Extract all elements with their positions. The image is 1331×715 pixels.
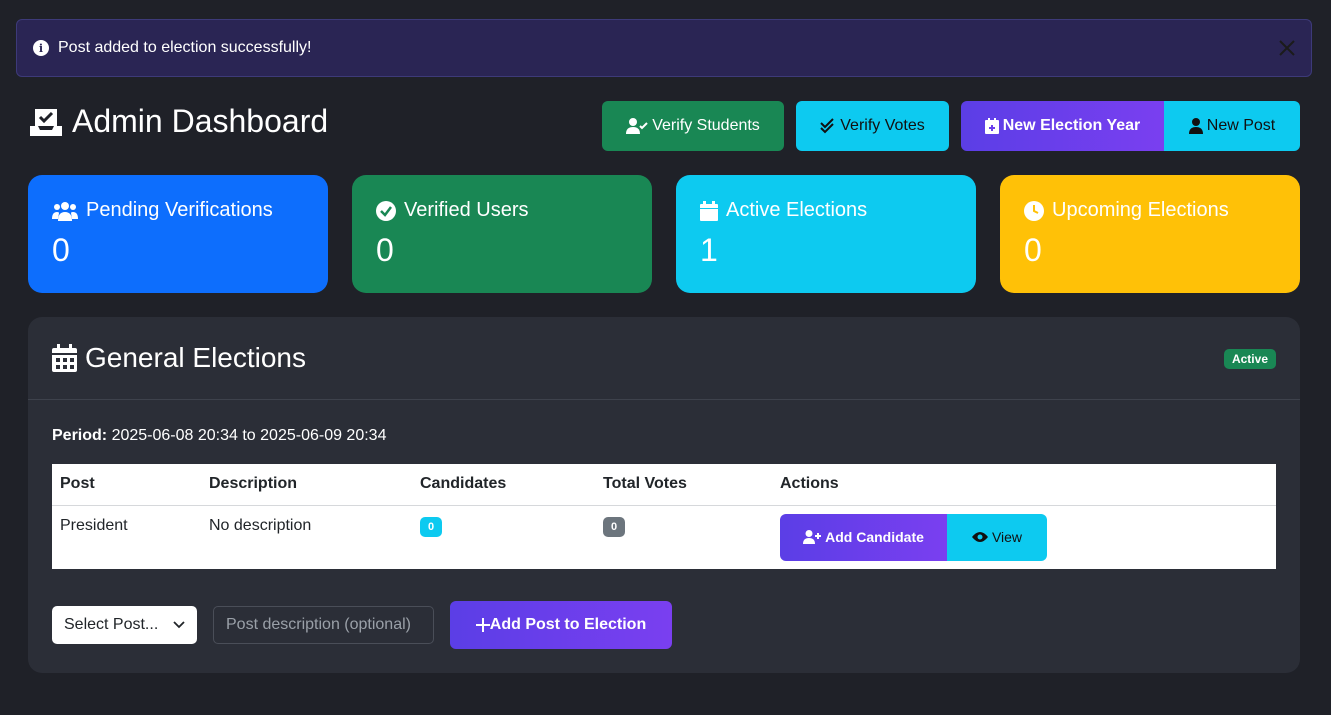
new-post-label: New Post	[1206, 117, 1276, 134]
verify-students-label: Verify Students	[652, 117, 760, 134]
success-alert: i Post added to election successfully!	[16, 19, 1312, 77]
verify-votes-button[interactable]: Verify Votes	[796, 101, 949, 151]
post-description-input[interactable]	[213, 606, 434, 644]
table-row: President No description 0 0 Add Candida…	[52, 505, 1276, 569]
candidates-cell: 0	[412, 505, 595, 569]
election-period: Period: 2025-06-08 20:34 to 2025-06-09 2…	[52, 427, 386, 445]
add-post-form: Select Post... Add Post to Election	[52, 601, 672, 649]
election-header: General Elections Active	[28, 317, 1300, 400]
page-header: Admin Dashboard	[28, 103, 328, 140]
user-tie-icon	[1188, 118, 1203, 134]
clock-icon	[1024, 200, 1044, 221]
stat-label: Verified Users	[404, 199, 529, 221]
post-select[interactable]: Select Post...	[52, 606, 197, 644]
posts-table: Post Description Candidates Total Votes …	[52, 464, 1276, 569]
add-post-label: Add Post to Election	[489, 616, 647, 633]
add-candidate-label: Add Candidate	[825, 529, 924, 545]
action-button-group: Add Candidate View	[780, 513, 1268, 561]
description-cell: No description	[209, 516, 312, 534]
post-select-value: Select Post...	[64, 616, 159, 633]
votes-count-badge: 0	[603, 516, 625, 537]
stat-card-upcoming-elections: Upcoming Elections 0	[1000, 175, 1300, 293]
column-header: Candidates	[412, 464, 595, 506]
stat-card-pending-verifications: Pending Verifications 0	[28, 175, 328, 293]
column-header: Total Votes	[595, 464, 772, 506]
stat-value: 1	[700, 232, 718, 268]
status-badge: Active	[1223, 349, 1276, 369]
alert-message: Post added to election successfully!	[58, 39, 312, 56]
period-value: 2025-06-08 20:34 to 2025-06-09 20:34	[111, 427, 387, 444]
actions-cell: Add Candidate View	[772, 505, 1276, 569]
new-election-year-button[interactable]: New Election Year	[961, 101, 1164, 151]
column-header: Post	[52, 464, 201, 506]
view-label: View	[991, 529, 1023, 545]
post-cell: President	[60, 516, 128, 534]
stat-value: 0	[376, 232, 394, 268]
stat-card-verified-users: Verified Users 0	[352, 175, 652, 293]
add-candidate-button[interactable]: Add Candidate	[780, 513, 947, 561]
verify-votes-label: Verify Votes	[840, 117, 925, 134]
view-button[interactable]: View	[947, 513, 1047, 561]
stat-label: Active Elections	[726, 199, 868, 221]
add-post-to-election-button[interactable]: Add Post to Election	[450, 601, 672, 649]
table-header-row: Post Description Candidates Total Votes …	[52, 464, 1276, 506]
users-icon	[52, 201, 78, 221]
column-header: Description	[201, 464, 412, 506]
stat-value: 0	[1024, 232, 1042, 268]
page-title: Admin Dashboard	[72, 103, 329, 139]
stat-label: Upcoming Elections	[1052, 199, 1229, 221]
check-circle-icon	[376, 200, 396, 221]
verify-students-button[interactable]: Verify Students	[602, 101, 784, 151]
candidates-count-badge: 0	[420, 516, 442, 537]
calendar-plus-icon	[984, 118, 999, 134]
plus-icon	[475, 618, 490, 632]
info-icon: i	[33, 40, 49, 56]
user-check-icon	[626, 118, 648, 134]
eye-icon	[971, 532, 988, 542]
election-panel: General Elections Active Period: 2025-06…	[28, 317, 1300, 673]
new-post-button[interactable]: New Post	[1164, 101, 1300, 151]
new-election-year-label: New Election Year	[1002, 117, 1141, 134]
column-header: Actions	[772, 464, 1276, 506]
inbox-check-icon	[30, 108, 62, 136]
calendar-days-icon	[52, 344, 77, 372]
user-plus-icon	[803, 530, 822, 544]
double-check-icon	[820, 118, 834, 134]
calendar-icon	[700, 200, 718, 221]
close-icon[interactable]	[1277, 38, 1297, 58]
votes-cell: 0	[595, 505, 772, 569]
election-title: General Elections	[85, 342, 307, 373]
chevron-down-icon	[173, 621, 185, 629]
stat-label: Pending Verifications	[86, 199, 273, 221]
stat-card-active-elections: Active Elections 1	[676, 175, 976, 293]
period-label: Period:	[52, 427, 108, 444]
stat-value: 0	[52, 232, 70, 268]
